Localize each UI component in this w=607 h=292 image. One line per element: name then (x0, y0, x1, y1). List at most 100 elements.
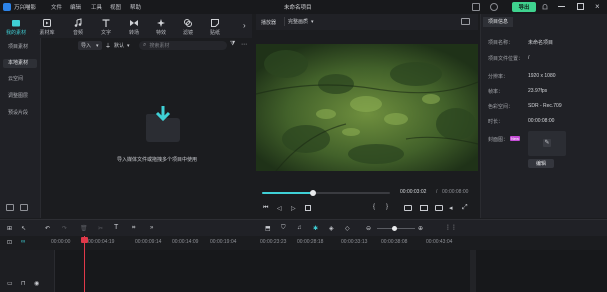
prop-label: 分辨率： (488, 74, 509, 80)
tab-transition[interactable]: 转场 (124, 15, 144, 37)
tab-project-info[interactable]: 项目信息 (483, 17, 514, 27)
fullscreen-icon[interactable]: ⤢ (462, 204, 468, 212)
ruler-tick: 00:00:04:19 (88, 239, 115, 245)
ruler-tick: 00:00:09:14 (135, 239, 162, 245)
export-button[interactable]: 导出 (512, 2, 536, 12)
close-icon[interactable]: × (595, 2, 603, 11)
add-track-icon[interactable]: ⊡ (7, 239, 12, 246)
toolbar-next-icon[interactable]: › (243, 21, 246, 30)
mark-out-icon[interactable]: } (386, 204, 388, 210)
step-back-icon[interactable]: ◁ (277, 205, 282, 212)
layout-icon[interactable]: ⊞ (7, 225, 12, 232)
notification-icon[interactable] (541, 3, 549, 11)
play-icon[interactable]: ▷ (291, 205, 296, 212)
tab-sticker[interactable]: 贴纸 (205, 15, 225, 37)
playback-progress-bar[interactable] (262, 190, 390, 196)
project-title: 未命名项目 (284, 5, 312, 11)
search-input[interactable]: ⌕ 搜索素材 (139, 41, 227, 50)
tab-effects[interactable]: 特效 (151, 15, 171, 37)
render-icon[interactable]: ⬒ (265, 225, 271, 232)
transition-icon (130, 20, 138, 26)
cover-thumbnail[interactable]: ✎ (528, 131, 566, 156)
tab-library[interactable]: 素材库 (37, 15, 57, 37)
import-media-illustration-icon[interactable] (144, 104, 182, 144)
stop-icon[interactable] (305, 205, 311, 211)
timeline-scrollbar[interactable] (470, 250, 476, 292)
tab-text[interactable]: 文字 (96, 15, 116, 37)
prop-value: 00:00:08:00 (528, 118, 555, 124)
zoom-out-icon[interactable]: ⊖ (366, 225, 371, 232)
minimize-icon[interactable] (558, 6, 565, 7)
playhead-line[interactable] (84, 236, 85, 292)
sidebar-item-local-media[interactable]: 本地素材 (3, 59, 37, 68)
crop-tool-icon[interactable]: ⌗ (132, 225, 135, 232)
folder-icon[interactable] (20, 204, 28, 211)
crop-icon[interactable] (420, 205, 428, 211)
sidebar-item-presets[interactable]: 预设片段 (3, 109, 37, 118)
chevron-down-icon: ▾ (127, 42, 130, 49)
volume-icon[interactable]: ◂ (449, 204, 453, 212)
timeline-toolbar: ⊞ ↖ ↶ ↷ 🗑 ✂ T ⌗ » ⬒ ⛉ ♫ ✱ ◈ ◇ ⊖ ⊕ ⋮⋮ (0, 219, 607, 236)
playhead-handle[interactable] (81, 237, 88, 243)
link-icon[interactable]: ∞ (21, 239, 25, 245)
shield-icon[interactable]: ⛉ (281, 225, 286, 232)
snapshot-image-icon[interactable] (461, 18, 470, 25)
camera-icon[interactable] (435, 205, 443, 211)
music-note-icon (74, 18, 82, 27)
delete-icon[interactable]: 🗑 (80, 225, 88, 232)
marker-icon[interactable]: ◈ (329, 225, 334, 232)
more-tools-icon[interactable]: » (150, 225, 153, 231)
menu-edit[interactable]: 编辑 (70, 3, 81, 11)
microphone-icon[interactable]: ♫ (297, 225, 302, 231)
maximize-icon[interactable] (577, 3, 584, 10)
tab-filter[interactable]: 滤镜 (178, 15, 198, 37)
lock-icon[interactable]: ⊓ (21, 280, 26, 287)
more-options-icon[interactable]: ⋯ (241, 41, 249, 49)
filter-icon[interactable]: ⧩ (230, 41, 238, 49)
media-sidebar: 项目素材 本地素材 云空间 调整图层 预设片段 (0, 38, 40, 218)
library-icon (43, 19, 51, 27)
ruler-tick: 00:00:28:18 (297, 239, 324, 245)
forest-video-image (256, 44, 478, 171)
edit-button[interactable]: 编辑 (528, 159, 554, 168)
sidebar-item-project-media[interactable]: 项目素材 (3, 43, 37, 52)
zoom-slider[interactable] (377, 226, 415, 231)
split-icon[interactable]: ✂ (98, 225, 103, 232)
import-label: 导入 (81, 43, 92, 49)
prop-label: 项目文件位置： (488, 56, 524, 62)
visibility-eye-icon[interactable]: ◉ (34, 280, 39, 287)
empty-hint: 导入媒体文件或拖拽多个项目中使用 (117, 157, 198, 163)
new-folder-icon[interactable] (6, 204, 14, 211)
sidebar-item-adjustment-layer[interactable]: 调整图层 (3, 92, 37, 101)
menu-view[interactable]: 视图 (110, 3, 121, 11)
import-dropdown[interactable]: 导入 ▾ (78, 41, 102, 50)
menu-tools[interactable]: 工具 (91, 3, 102, 11)
tab-audio[interactable]: 音频 (68, 15, 88, 37)
text-tool-icon[interactable]: T (114, 224, 118, 231)
tab-my-media[interactable]: 我的素材 (6, 15, 26, 37)
redo-icon[interactable]: ↷ (62, 225, 67, 232)
cloud-sync-icon[interactable] (472, 3, 480, 11)
zoom-in-icon[interactable]: ⊕ (418, 225, 423, 232)
zoom-handle[interactable] (392, 226, 397, 231)
account-icon[interactable] (490, 3, 498, 11)
menu-help[interactable]: 帮助 (130, 3, 141, 11)
mark-in-icon[interactable]: { (373, 204, 375, 210)
snap-magnet-icon[interactable]: ✱ (313, 225, 318, 232)
undo-icon[interactable]: ↶ (45, 225, 50, 232)
prev-frame-icon[interactable]: ⏮ (263, 205, 268, 212)
menu-file[interactable]: 文件 (51, 3, 62, 11)
tab-player[interactable]: 播放器 (261, 19, 276, 26)
current-time: 00:00:03:02 (400, 189, 427, 195)
tab-label: 文字 (100, 30, 111, 36)
chevron-down-icon: ▾ (96, 42, 99, 49)
cover-label: 封面图： (488, 137, 509, 143)
sort-default-dropdown[interactable]: ⏚ 默认 ▾ (105, 41, 135, 51)
select-arrow-icon[interactable]: ↖ (21, 225, 26, 232)
display-monitor-icon[interactable] (404, 205, 412, 211)
sparkle-effects-icon (157, 19, 165, 27)
keyframe-icon[interactable]: ◇ (345, 225, 350, 232)
grid-view-icon[interactable]: ⋮⋮ (445, 224, 457, 231)
sidebar-item-cloud[interactable]: 云空间 (3, 75, 37, 84)
quality-dropdown[interactable]: 完整画质 ▾ (284, 17, 317, 26)
